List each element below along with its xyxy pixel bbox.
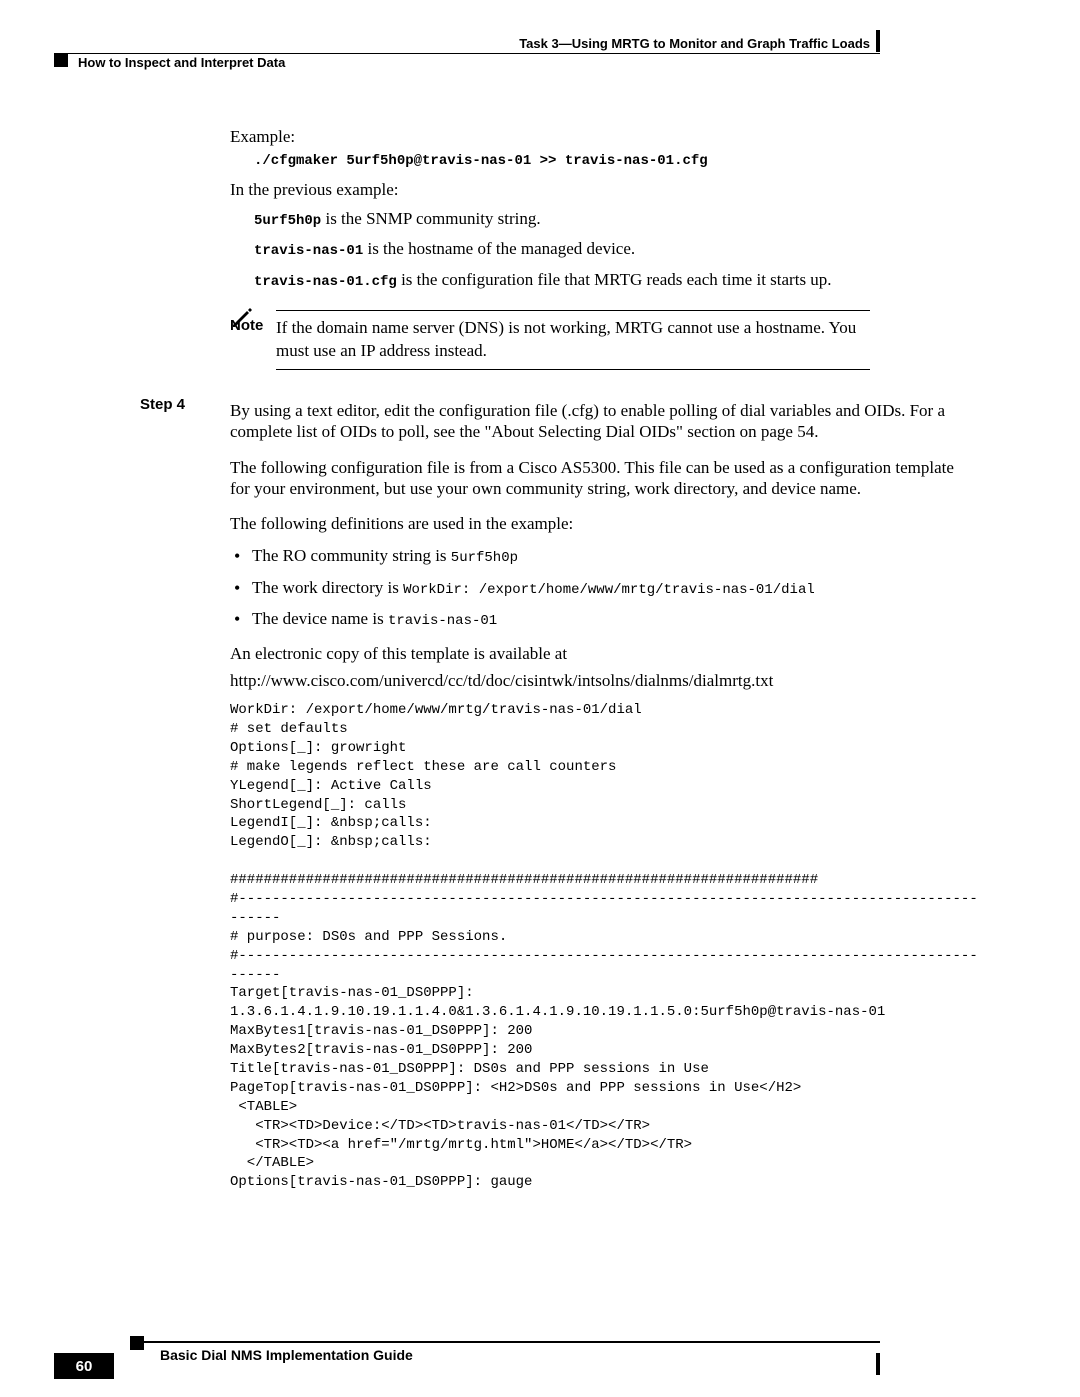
footer-doc-title: Basic Dial NMS Implementation Guide — [160, 1347, 413, 1363]
document-page: Task 3—Using MRTG to Monitor and Graph T… — [0, 0, 1080, 1397]
footer-left-marker — [130, 1336, 144, 1350]
header-section-title: How to Inspect and Interpret Data — [78, 55, 285, 70]
list-item-text: is the SNMP community string. — [321, 209, 540, 228]
step-body: By using a text editor, edit the configu… — [230, 394, 978, 1192]
code-literal: 5urf5h0p — [451, 550, 518, 566]
note-block: Note If the domain name server (DNS) is … — [230, 310, 870, 370]
note-row: Note If the domain name server (DNS) is … — [230, 317, 870, 363]
header-right-marker — [876, 30, 880, 52]
note-top-rule — [276, 310, 870, 311]
header-left-marker — [54, 53, 68, 67]
step-paragraph: The following configuration file is from… — [230, 457, 978, 500]
list-item: The work directory is WorkDir: /export/h… — [230, 574, 978, 601]
code-literal: travis-nas-01 — [254, 243, 363, 259]
header-rule — [60, 53, 880, 54]
list-item-text: The work directory is — [252, 578, 403, 597]
list-item: The device name is travis-nas-01 — [230, 605, 978, 632]
explanation-list: 5urf5h0p is the SNMP community string. t… — [254, 207, 880, 293]
code-literal: 5urf5h0p — [254, 213, 321, 229]
config-code-block: WorkDir: /export/home/www/mrtg/travis-na… — [230, 701, 978, 1192]
step-paragraph: The following definitions are used in th… — [230, 513, 978, 534]
list-item: travis-nas-01 is the hostname of the man… — [254, 237, 880, 262]
note-text: If the domain name server (DNS) is not w… — [276, 317, 870, 363]
step-block: Step 4 By using a text editor, edit the … — [130, 394, 880, 1192]
code-literal: WorkDir: /export/home/www/mrtg/travis-na… — [403, 582, 815, 598]
header-chapter-title: Task 3—Using MRTG to Monitor and Graph T… — [519, 36, 870, 51]
previous-example-intro: In the previous example: — [230, 179, 880, 200]
example-label: Example: — [230, 126, 880, 147]
page-content: Example: ./cfgmaker 5urf5h0p@travis-nas-… — [130, 120, 880, 1192]
template-url: http://www.cisco.com/univercd/cc/td/doc/… — [230, 670, 978, 691]
list-item: travis-nas-01.cfg is the configuration f… — [254, 268, 880, 293]
example-command: ./cfgmaker 5urf5h0p@travis-nas-01 >> tra… — [254, 153, 880, 169]
page-number: 60 — [54, 1353, 114, 1379]
list-item-text: is the configuration file that MRTG read… — [397, 270, 832, 289]
code-literal: travis-nas-01.cfg — [254, 274, 397, 290]
list-item: 5urf5h0p is the SNMP community string. — [254, 207, 880, 232]
step-paragraph: By using a text editor, edit the configu… — [230, 400, 978, 443]
definition-list: The RO community string is 5urf5h0p The … — [230, 542, 978, 632]
code-literal: travis-nas-01 — [388, 613, 497, 629]
footer-right-marker — [876, 1353, 880, 1375]
example-block: Example: ./cfgmaker 5urf5h0p@travis-nas-… — [230, 126, 880, 292]
step-label: Step 4 — [130, 394, 230, 1192]
list-item-text: The device name is — [252, 609, 388, 628]
list-item-text: The RO community string is — [252, 546, 451, 565]
footer-rule — [130, 1341, 880, 1343]
list-item: The RO community string is 5urf5h0p — [230, 542, 978, 569]
list-item-text: is the hostname of the managed device. — [363, 239, 635, 258]
pencil-icon — [230, 304, 256, 337]
template-link-intro: An electronic copy of this template is a… — [230, 643, 978, 664]
note-bottom-rule — [276, 369, 870, 370]
